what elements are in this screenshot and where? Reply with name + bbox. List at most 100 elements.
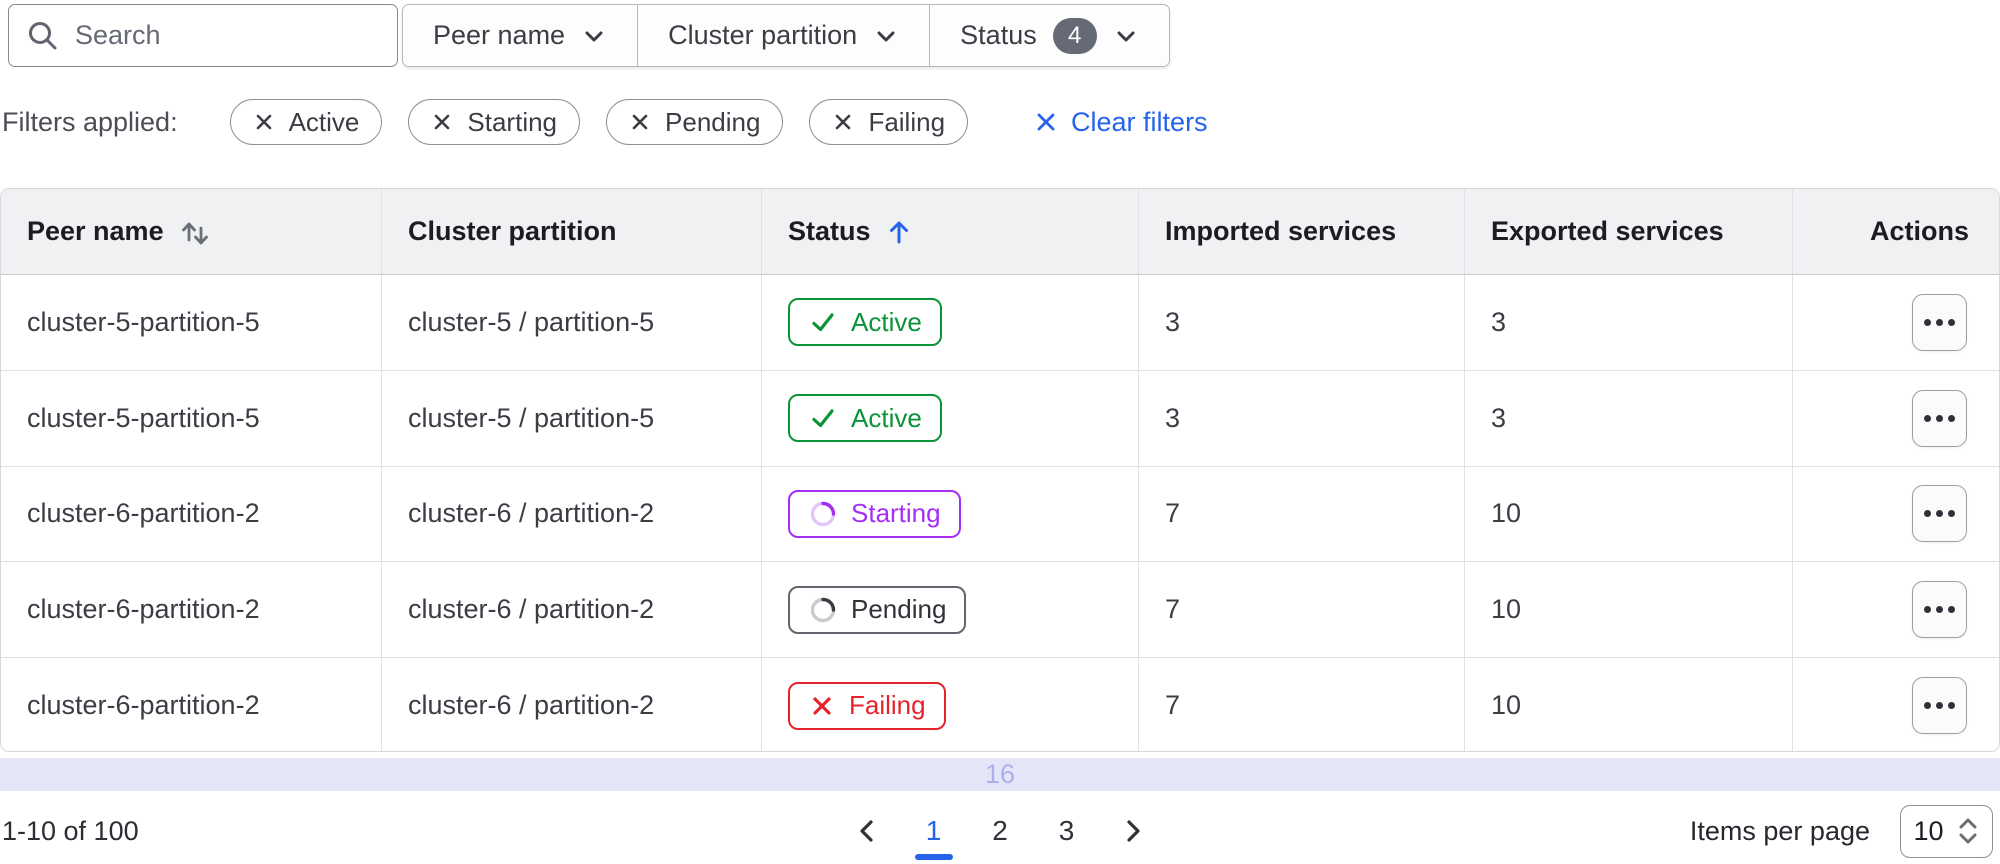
chevron-right-icon: [1127, 820, 1140, 842]
status-badge-failing: Failing: [788, 681, 946, 730]
peer-name-cell: cluster-5-partition-5: [27, 402, 260, 433]
column-header-exported-services: Exported services: [1464, 189, 1792, 274]
chevron-down-icon: [877, 31, 895, 41]
status-label: Starting: [851, 498, 941, 529]
exported-services-cell: 10: [1464, 658, 1792, 751]
row-actions-overflow-button[interactable]: [1912, 293, 1967, 351]
loading-spinner-icon: [810, 597, 836, 622]
filter-chip-starting[interactable]: Starting: [408, 99, 581, 145]
check-icon: [812, 409, 834, 428]
applied-filters-bar: Filters applied: Active Starting Pending: [2, 98, 1208, 146]
column-label: Actions: [1869, 216, 1969, 246]
table-row: cluster-6-partition-2 cluster-6 / partit…: [1, 657, 1999, 751]
peer-name-cell: cluster-6-partition-2: [27, 690, 260, 721]
table-row: cluster-5-partition-5 cluster-5 / partit…: [1, 369, 1999, 466]
imported-services-cell: 7: [1138, 466, 1464, 562]
check-icon: [812, 313, 834, 332]
ellipsis-icon: [1924, 702, 1931, 710]
dismiss-icon: [256, 114, 271, 130]
band-text: 16: [984, 759, 1016, 789]
actions-cell: [1792, 370, 1999, 466]
status-cell: Failing: [761, 658, 1138, 751]
dismiss-icon: [632, 114, 648, 130]
loading-spinner-icon: [810, 501, 836, 527]
actions-cell: [1792, 658, 1999, 751]
exported-services-cell: 10: [1464, 562, 1792, 658]
peer-name-filter-label: Peer name: [433, 20, 566, 50]
status-cell: Starting: [761, 466, 1138, 562]
cluster-partition-filter-label: Cluster partition: [668, 20, 858, 50]
table-row: cluster-6-partition-2 cluster-6 / partit…: [1, 561, 1999, 658]
column-label: Cluster partition: [408, 216, 617, 246]
status-filter-label: Status: [960, 20, 1037, 50]
filter-chip-active[interactable]: Active: [229, 99, 383, 145]
column-header-status[interactable]: Status: [761, 189, 1138, 274]
filter-chip-failing[interactable]: Failing: [809, 99, 969, 145]
clear-icon: [1037, 113, 1055, 131]
row-actions-overflow-button[interactable]: [1912, 389, 1967, 447]
column-label: Imported services: [1165, 216, 1397, 246]
column-label: Status: [788, 216, 871, 246]
filter-chip-label: Failing: [868, 106, 946, 137]
cluster-partition-cell: cluster-6 / partition-2: [381, 658, 761, 751]
cluster-partition-cell: cluster-5 / partition-5: [381, 275, 761, 370]
column-label: Exported services: [1491, 216, 1724, 246]
search-input[interactable]: [75, 20, 379, 51]
status-cell: Pending: [761, 562, 1138, 658]
imported-services-cell: 3: [1138, 275, 1464, 370]
status-label: Failing: [849, 690, 926, 721]
filter-chip-label: Starting: [467, 106, 558, 137]
column-header-peer-name[interactable]: Peer name: [1, 189, 381, 274]
next-page-button[interactable]: [1111, 809, 1155, 853]
items-per-page: Items per page 10: [1690, 804, 1993, 858]
cluster-partition-filter-dropdown[interactable]: Cluster partition: [638, 4, 931, 67]
clear-filters-button[interactable]: Clear filters: [1034, 107, 1208, 138]
search-input-wrapper: [8, 4, 398, 67]
exported-services-cell: 3: [1464, 370, 1792, 466]
filter-chip-label: Active: [288, 106, 360, 137]
status-cell: Active: [761, 275, 1138, 370]
chevron-left-icon: [860, 820, 873, 842]
scroll-indicator-band: 16: [0, 758, 2000, 791]
pagination-bar: 1-10 of 100 1 2 3 Items per page 10: [0, 798, 2000, 864]
previous-page-button[interactable]: [845, 809, 889, 853]
sort-ascending-icon: [889, 221, 908, 243]
status-badge-active: Active: [788, 298, 942, 347]
filter-chip-label: Pending: [665, 106, 761, 137]
table-body: cluster-5-partition-5 cluster-5 / partit…: [1, 275, 1999, 751]
peers-table-page: Peer name Cluster partition Status 4: [0, 0, 2000, 864]
status-badge-pending: Pending: [788, 585, 967, 634]
imported-services-cell: 3: [1138, 370, 1464, 466]
imported-services-cell: 7: [1138, 658, 1464, 751]
peer-name-filter-dropdown[interactable]: Peer name: [402, 4, 639, 67]
actions-cell: [1792, 275, 1999, 370]
page-button-2[interactable]: 2: [978, 802, 1022, 860]
column-header-imported-services: Imported services: [1138, 189, 1464, 274]
items-per-page-select[interactable]: 10: [1900, 804, 1993, 858]
exported-services-cell: 3: [1464, 275, 1792, 370]
column-header-actions: Actions: [1792, 189, 1999, 274]
x-icon: [813, 696, 831, 715]
cluster-partition-cell: cluster-6 / partition-2: [381, 562, 761, 658]
row-actions-overflow-button[interactable]: [1912, 581, 1967, 639]
page-button-1[interactable]: 1: [912, 802, 956, 860]
ellipsis-icon: [1924, 318, 1931, 326]
column-label: Peer name: [27, 216, 164, 246]
peer-name-cell: cluster-6-partition-2: [27, 594, 260, 625]
results-range-text: 1-10 of 100: [2, 815, 139, 846]
cluster-partition-cell: cluster-6 / partition-2: [381, 466, 761, 562]
status-filter-dropdown[interactable]: Status 4: [930, 4, 1170, 67]
column-header-cluster-partition: Cluster partition: [381, 189, 761, 274]
table-row: cluster-6-partition-2 cluster-6 / partit…: [1, 465, 1999, 562]
page-button-3[interactable]: 3: [1045, 802, 1089, 860]
actions-cell: [1792, 562, 1999, 658]
pager: 1 2 3: [845, 802, 1155, 860]
peers-table: Peer name Cluster partition Status Impor…: [0, 188, 2000, 752]
actions-cell: [1792, 466, 1999, 562]
row-actions-overflow-button[interactable]: [1912, 677, 1967, 735]
filter-chip-pending[interactable]: Pending: [606, 99, 784, 145]
ellipsis-icon: [1924, 414, 1931, 422]
status-badge-active: Active: [788, 394, 942, 443]
filter-toolbar: Peer name Cluster partition Status 4: [8, 4, 1170, 67]
row-actions-overflow-button[interactable]: [1912, 485, 1967, 543]
